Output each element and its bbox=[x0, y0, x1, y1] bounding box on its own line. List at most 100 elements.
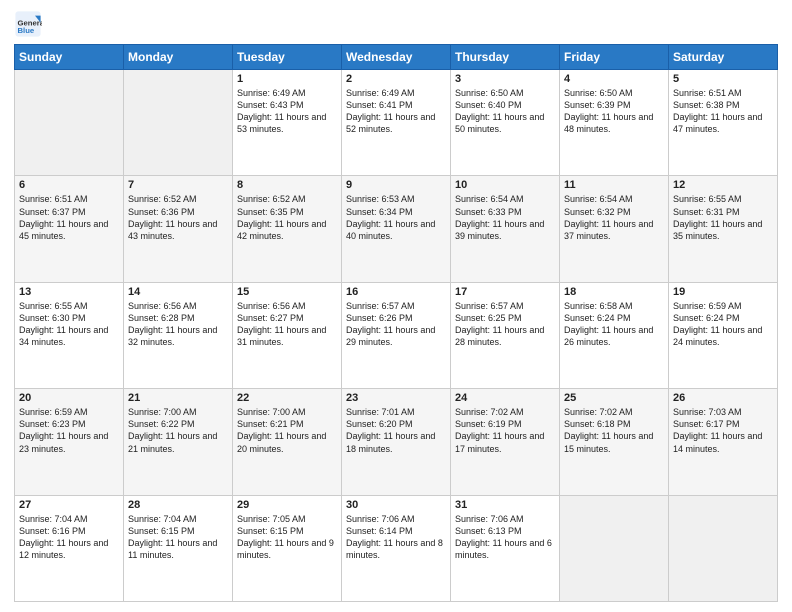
column-header-sunday: Sunday bbox=[15, 45, 124, 70]
header-row: SundayMondayTuesdayWednesdayThursdayFrid… bbox=[15, 45, 778, 70]
day-number: 9 bbox=[346, 179, 446, 191]
day-info: Sunrise: 6:49 AMSunset: 6:43 PMDaylight:… bbox=[237, 87, 337, 136]
calendar-week-5: 27 Sunrise: 7:04 AMSunset: 6:16 PMDayligh… bbox=[15, 495, 778, 601]
calendar-cell: 23Sunrise: 7:01 AMSunset: 6:20 PMDayligh… bbox=[342, 389, 451, 495]
day-number: 7 bbox=[128, 179, 228, 191]
day-number: 6 bbox=[19, 179, 119, 191]
calendar-cell: 18 Sunrise: 6:58 AMSunset: 6:24 PMDayligh… bbox=[560, 282, 669, 388]
day-info: Sunrise: 6:57 AMSunset: 6:25 PMDaylight:… bbox=[455, 300, 555, 349]
day-number: 20 bbox=[19, 392, 119, 404]
day-number: 31 bbox=[455, 499, 555, 511]
calendar-cell: 15Sunrise: 6:56 AMSunset: 6:27 PMDayligh… bbox=[233, 282, 342, 388]
day-info: Sunrise: 6:54 AMSunset: 6:32 PMDaylight:… bbox=[564, 193, 664, 242]
calendar-cell: 4 Sunrise: 6:50 AMSunset: 6:39 PMDaylight… bbox=[560, 70, 669, 176]
day-number: 26 bbox=[673, 392, 773, 404]
calendar-cell bbox=[669, 495, 778, 601]
day-info: Sunrise: 6:55 AMSunset: 6:30 PMDaylight:… bbox=[19, 300, 119, 349]
day-info: Sunrise: 7:04 AMSunset: 6:16 PMDaylight:… bbox=[19, 513, 119, 562]
day-number: 12 bbox=[673, 179, 773, 191]
day-number: 2 bbox=[346, 73, 446, 85]
calendar-cell: 14 Sunrise: 6:56 AMSunset: 6:28 PMDayligh… bbox=[124, 282, 233, 388]
day-info: Sunrise: 6:54 AMSunset: 6:33 PMDaylight:… bbox=[455, 193, 555, 242]
calendar-week-2: 6 Sunrise: 6:51 AMSunset: 6:37 PMDaylight… bbox=[15, 176, 778, 282]
calendar-cell: 3Sunrise: 6:50 AMSunset: 6:40 PMDaylight… bbox=[451, 70, 560, 176]
calendar-cell: 16 Sunrise: 6:57 AMSunset: 6:26 PMDayligh… bbox=[342, 282, 451, 388]
day-number: 24 bbox=[455, 392, 555, 404]
calendar-cell bbox=[560, 495, 669, 601]
day-number: 5 bbox=[673, 73, 773, 85]
day-info: Sunrise: 7:00 AMSunset: 6:22 PMDaylight:… bbox=[128, 406, 228, 455]
calendar-cell bbox=[124, 70, 233, 176]
calendar-cell: 1 Sunrise: 6:49 AMSunset: 6:43 PMDaylight… bbox=[233, 70, 342, 176]
day-number: 11 bbox=[564, 179, 664, 191]
calendar-cell: 13Sunrise: 6:55 AMSunset: 6:30 PMDayligh… bbox=[15, 282, 124, 388]
day-info: Sunrise: 6:53 AMSunset: 6:34 PMDaylight:… bbox=[346, 193, 446, 242]
column-header-monday: Monday bbox=[124, 45, 233, 70]
day-info: Sunrise: 7:03 AMSunset: 6:17 PMDaylight:… bbox=[673, 406, 773, 455]
day-info: Sunrise: 6:56 AMSunset: 6:28 PMDaylight:… bbox=[128, 300, 228, 349]
calendar-week-1: 1 Sunrise: 6:49 AMSunset: 6:43 PMDaylight… bbox=[15, 70, 778, 176]
day-number: 14 bbox=[128, 286, 228, 298]
column-header-wednesday: Wednesday bbox=[342, 45, 451, 70]
day-info: Sunrise: 7:02 AMSunset: 6:19 PMDaylight:… bbox=[455, 406, 555, 455]
day-info: Sunrise: 6:52 AMSunset: 6:35 PMDaylight:… bbox=[237, 193, 337, 242]
calendar-cell: 26 Sunrise: 7:03 AMSunset: 6:17 PMDayligh… bbox=[669, 389, 778, 495]
calendar-cell: 20 Sunrise: 6:59 AMSunset: 6:23 PMDayligh… bbox=[15, 389, 124, 495]
day-number: 3 bbox=[455, 73, 555, 85]
day-number: 19 bbox=[673, 286, 773, 298]
column-header-saturday: Saturday bbox=[669, 45, 778, 70]
calendar-cell: 24 Sunrise: 7:02 AMSunset: 6:19 PMDayligh… bbox=[451, 389, 560, 495]
day-number: 17 bbox=[455, 286, 555, 298]
calendar-cell: 30 Sunrise: 7:06 AMSunset: 6:14 PMDayligh… bbox=[342, 495, 451, 601]
day-info: Sunrise: 7:05 AMSunset: 6:15 PMDaylight:… bbox=[237, 513, 337, 562]
day-info: Sunrise: 7:06 AMSunset: 6:14 PMDaylight:… bbox=[346, 513, 446, 562]
day-number: 16 bbox=[346, 286, 446, 298]
calendar-cell: 17 Sunrise: 6:57 AMSunset: 6:25 PMDayligh… bbox=[451, 282, 560, 388]
logo: General Blue bbox=[14, 10, 42, 38]
day-number: 10 bbox=[455, 179, 555, 191]
day-number: 23 bbox=[346, 392, 446, 404]
calendar-week-4: 20 Sunrise: 6:59 AMSunset: 6:23 PMDayligh… bbox=[15, 389, 778, 495]
column-header-tuesday: Tuesday bbox=[233, 45, 342, 70]
day-number: 30 bbox=[346, 499, 446, 511]
page: General Blue SundayMondayTuesdayWednesda… bbox=[0, 0, 792, 612]
day-info: Sunrise: 7:06 AMSunset: 6:13 PMDaylight:… bbox=[455, 513, 555, 562]
column-header-friday: Friday bbox=[560, 45, 669, 70]
day-info: Sunrise: 6:51 AMSunset: 6:37 PMDaylight:… bbox=[19, 193, 119, 242]
day-number: 22 bbox=[237, 392, 337, 404]
calendar-cell: 12 Sunrise: 6:55 AMSunset: 6:31 PMDayligh… bbox=[669, 176, 778, 282]
day-info: Sunrise: 6:56 AMSunset: 6:27 PMDaylight:… bbox=[237, 300, 337, 349]
day-info: Sunrise: 7:04 AMSunset: 6:15 PMDaylight:… bbox=[128, 513, 228, 562]
calendar-cell: 28 Sunrise: 7:04 AMSunset: 6:15 PMDayligh… bbox=[124, 495, 233, 601]
day-number: 27 bbox=[19, 499, 119, 511]
day-number: 1 bbox=[237, 73, 337, 85]
day-info: Sunrise: 6:58 AMSunset: 6:24 PMDaylight:… bbox=[564, 300, 664, 349]
calendar-cell: 9 Sunrise: 6:53 AMSunset: 6:34 PMDaylight… bbox=[342, 176, 451, 282]
day-number: 18 bbox=[564, 286, 664, 298]
calendar-cell: 31 Sunrise: 7:06 AMSunset: 6:13 PMDayligh… bbox=[451, 495, 560, 601]
day-info: Sunrise: 6:49 AMSunset: 6:41 PMDaylight:… bbox=[346, 87, 446, 136]
calendar-cell: 25Sunrise: 7:02 AMSunset: 6:18 PMDayligh… bbox=[560, 389, 669, 495]
calendar-cell: 29Sunrise: 7:05 AMSunset: 6:15 PMDayligh… bbox=[233, 495, 342, 601]
day-number: 28 bbox=[128, 499, 228, 511]
calendar-cell: 8 Sunrise: 6:52 AMSunset: 6:35 PMDaylight… bbox=[233, 176, 342, 282]
column-header-thursday: Thursday bbox=[451, 45, 560, 70]
calendar-cell: 11 Sunrise: 6:54 AMSunset: 6:32 PMDayligh… bbox=[560, 176, 669, 282]
calendar-cell: 22 Sunrise: 7:00 AMSunset: 6:21 PMDayligh… bbox=[233, 389, 342, 495]
calendar-cell: 5 Sunrise: 6:51 AMSunset: 6:38 PMDaylight… bbox=[669, 70, 778, 176]
day-info: Sunrise: 6:57 AMSunset: 6:26 PMDaylight:… bbox=[346, 300, 446, 349]
day-info: Sunrise: 6:51 AMSunset: 6:38 PMDaylight:… bbox=[673, 87, 773, 136]
calendar-body: 1 Sunrise: 6:49 AMSunset: 6:43 PMDaylight… bbox=[15, 70, 778, 602]
day-info: Sunrise: 7:00 AMSunset: 6:21 PMDaylight:… bbox=[237, 406, 337, 455]
day-number: 4 bbox=[564, 73, 664, 85]
day-info: Sunrise: 6:59 AMSunset: 6:23 PMDaylight:… bbox=[19, 406, 119, 455]
calendar-cell: 27 Sunrise: 7:04 AMSunset: 6:16 PMDayligh… bbox=[15, 495, 124, 601]
svg-text:Blue: Blue bbox=[18, 26, 35, 35]
day-info: Sunrise: 6:50 AMSunset: 6:39 PMDaylight:… bbox=[564, 87, 664, 136]
day-number: 8 bbox=[237, 179, 337, 191]
logo-icon: General Blue bbox=[14, 10, 42, 38]
day-info: Sunrise: 6:55 AMSunset: 6:31 PMDaylight:… bbox=[673, 193, 773, 242]
calendar-cell: 2 Sunrise: 6:49 AMSunset: 6:41 PMDaylight… bbox=[342, 70, 451, 176]
calendar-cell: 21 Sunrise: 7:00 AMSunset: 6:22 PMDayligh… bbox=[124, 389, 233, 495]
day-number: 21 bbox=[128, 392, 228, 404]
